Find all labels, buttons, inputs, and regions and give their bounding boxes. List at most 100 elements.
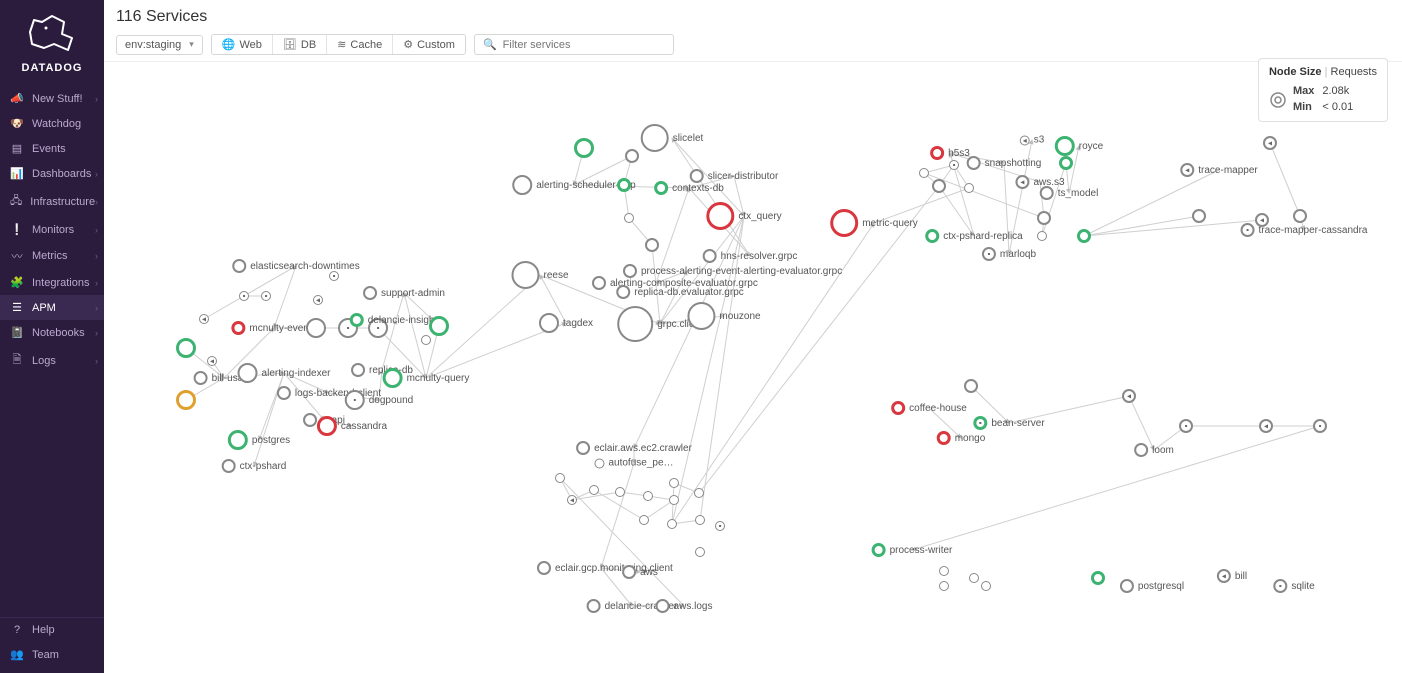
nav-item-notebooks[interactable]: 📓Notebooks› — [0, 320, 104, 345]
service-node-81[interactable] — [1192, 209, 1206, 223]
service-node-s3[interactable]: ◂s3 — [1020, 135, 1045, 146]
service-map[interactable]: ◂bill-usage▪◂elasticsearch-downtimesmcnu… — [104, 48, 1402, 673]
service-node-52[interactable]: ◂ — [567, 495, 577, 505]
service-node-elasticsearch-downtimes[interactable]: elasticsearch-downtimes — [232, 259, 360, 273]
service-node-61[interactable] — [695, 547, 705, 557]
service-node-95[interactable]: ▪ — [1313, 419, 1327, 433]
service-node-metric-query[interactable]: metric-query — [830, 209, 918, 237]
service-node-reese[interactable]: reese — [511, 261, 568, 289]
service-node-replica-db-evaluator-grpc[interactable]: replica-db.evaluator.grpc — [616, 285, 744, 299]
service-node-77[interactable] — [1059, 156, 1073, 170]
service-node-1[interactable] — [176, 390, 196, 410]
nav-item-events[interactable]: ▤Events — [0, 136, 104, 161]
service-node-100[interactable] — [981, 581, 991, 591]
service-node-royce[interactable]: royce — [1055, 136, 1103, 156]
service-node-14[interactable]: ▪ — [329, 271, 339, 281]
service-node-loom[interactable]: loom — [1134, 443, 1174, 457]
service-node-13[interactable] — [306, 318, 326, 338]
service-node-24[interactable] — [421, 335, 431, 345]
service-node-98[interactable] — [939, 581, 949, 591]
service-node-ts-model[interactable]: ts_model — [1040, 186, 1099, 200]
service-node-coffee-house[interactable]: coffee-house — [891, 401, 967, 415]
service-node-63[interactable] — [694, 488, 704, 498]
service-node-51[interactable] — [555, 473, 565, 483]
service-node-31[interactable] — [625, 149, 639, 163]
service-node-56[interactable] — [669, 495, 679, 505]
service-node-32[interactable] — [617, 178, 631, 192]
service-node-101[interactable] — [1091, 571, 1105, 585]
service-node-postgres[interactable]: postgres — [228, 430, 290, 450]
nav-item-team[interactable]: 👥Team — [0, 642, 104, 667]
service-node-tagdex[interactable]: tagdex — [539, 313, 593, 333]
nav-item-logs[interactable]: 🗎Logs› — [0, 345, 104, 376]
service-node-slicelet[interactable]: slicelet — [641, 124, 704, 152]
service-node-58[interactable] — [667, 519, 677, 529]
nav-item-watchdog[interactable]: 🐶Watchdog — [0, 111, 104, 136]
nav-item-integrations[interactable]: 🧩Integrations› — [0, 270, 104, 295]
service-node-bean-server[interactable]: ▪bean-server — [973, 416, 1044, 430]
service-node-process-writer[interactable]: process-writer — [872, 543, 953, 557]
nav-item-dashboards[interactable]: 📊Dashboards› — [0, 161, 104, 186]
service-node-60[interactable]: ▪ — [715, 521, 725, 531]
nav-item-new-stuff[interactable]: 📣New Stuff!› — [0, 86, 104, 111]
service-node-2[interactable]: ◂ — [199, 314, 209, 324]
service-node-57[interactable] — [639, 515, 649, 525]
service-node-68[interactable] — [964, 183, 974, 193]
service-node-34[interactable] — [645, 238, 659, 252]
service-node-ctx-query[interactable]: ctx_query — [706, 202, 781, 230]
service-node-0[interactable] — [176, 338, 196, 358]
service-node-12[interactable]: ◂ — [313, 295, 323, 305]
nav-item-infrastructure[interactable]: 🖧Infrastructure› — [0, 186, 104, 217]
nav-item-help[interactable]: ?Help — [0, 618, 104, 642]
service-node-94[interactable]: ◂ — [1259, 419, 1273, 433]
service-node-85[interactable] — [1293, 209, 1307, 223]
service-node-8[interactable]: ▪ — [261, 291, 271, 301]
service-node-snapshotting[interactable]: snapshotting — [967, 156, 1042, 170]
service-node-trace-mapper[interactable]: ◂trace-mapper — [1180, 163, 1257, 177]
service-node-cassandra[interactable]: cassandra — [317, 416, 387, 436]
service-node-hns-resolver-grpc[interactable]: hns-resolver.grpc — [703, 249, 798, 263]
service-node-eclair-aws-ec2-crawler[interactable]: eclair.aws.ec2.crawler — [576, 441, 692, 455]
service-node-bill[interactable]: ◂bill — [1217, 569, 1247, 583]
service-node-99[interactable] — [969, 573, 979, 583]
service-node-66[interactable] — [932, 179, 946, 193]
nav-item-metrics[interactable]: 〰Metrics› — [0, 242, 104, 270]
service-node-aws-logs[interactable]: aws.logs — [656, 599, 713, 613]
service-node-65[interactable] — [919, 168, 929, 178]
service-node-53[interactable] — [589, 485, 599, 495]
service-node-process-alerting-event-alerting-evaluator-grpc[interactable]: process-alerting-event-alerting-evaluato… — [623, 264, 751, 278]
service-node-59[interactable] — [695, 515, 705, 525]
service-node-5[interactable]: ◂ — [207, 356, 217, 366]
service-node-mongo[interactable]: mongo — [937, 431, 986, 445]
nav-item-apm[interactable]: ☰APM› — [0, 295, 104, 320]
service-node-ctx-pshard[interactable]: ctx-pshard — [222, 459, 287, 473]
service-node-slicer-distributor[interactable]: slicer-distributor — [690, 169, 779, 183]
service-node-mcnulty-query[interactable]: mcnulty-query — [383, 368, 470, 388]
service-node-contexts-db[interactable]: contexts-db — [654, 181, 724, 195]
service-node-75[interactable] — [1037, 211, 1051, 225]
service-node-support-admin[interactable]: support-admin — [363, 286, 445, 300]
nav-item-monitors[interactable]: ❕Monitors› — [0, 217, 104, 242]
service-node-67[interactable]: ▪ — [949, 160, 959, 170]
service-node-84[interactable]: ◂ — [1263, 136, 1277, 150]
service-node-97[interactable] — [939, 566, 949, 576]
service-node-55[interactable] — [643, 491, 653, 501]
service-node-alerting-indexer[interactable]: alerting-indexer — [238, 363, 331, 383]
service-node-postgresql[interactable]: postgresql — [1120, 579, 1184, 593]
service-node-autofuse-pe-[interactable]: autofuse_pe… — [594, 458, 673, 469]
service-node-dogpound[interactable]: ▪dogpound — [345, 390, 414, 410]
service-node-93[interactable]: ▪ — [1179, 419, 1193, 433]
service-node-trace-mapper-cassandra[interactable]: ▪trace-mapper-cassandra — [1241, 223, 1368, 237]
service-node-marloqb[interactable]: ▪marloqb — [982, 247, 1036, 261]
service-node-33[interactable] — [624, 213, 634, 223]
service-node-4[interactable]: ▪ — [239, 291, 249, 301]
service-node-aws[interactable]: aws — [622, 565, 658, 579]
service-node-76[interactable] — [1037, 231, 1047, 241]
service-node-h5s3[interactable]: h5s3 — [930, 146, 970, 160]
service-node-sqlite[interactable]: ▪sqlite — [1273, 579, 1314, 593]
service-node-80[interactable] — [1077, 229, 1091, 243]
service-node-ctx-pshard-replica[interactable]: ctx-pshard-replica — [925, 229, 1022, 243]
service-node-62[interactable] — [669, 478, 679, 488]
service-node-89[interactable] — [964, 379, 978, 393]
service-node-mcnulty-events[interactable]: mcnulty-events — [231, 321, 316, 335]
